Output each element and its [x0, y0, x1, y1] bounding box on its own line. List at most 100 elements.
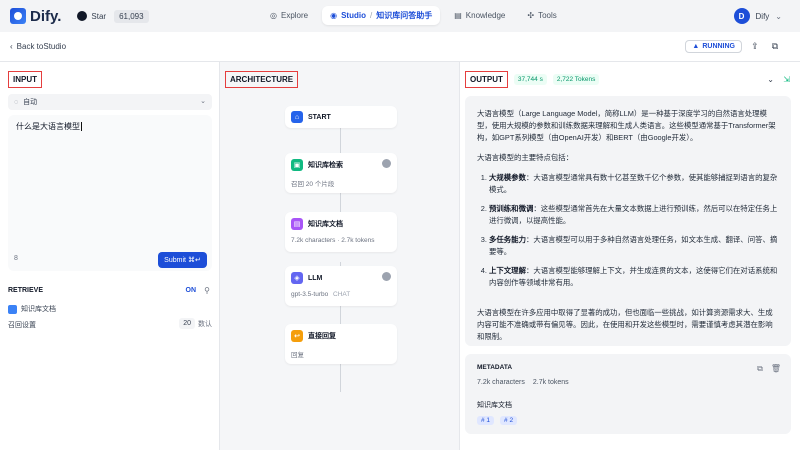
back-to-studio-link[interactable]: ‹ Back toStudio [10, 42, 66, 51]
dify-logo-icon [10, 8, 26, 24]
reply-icon: ↩ [291, 330, 303, 342]
node-title: 知识库检索 [308, 162, 343, 169]
retrieve-toggle[interactable]: ON [186, 287, 197, 294]
nav-studio[interactable]: ◉ Studio / 知识库问答助手 [322, 6, 441, 25]
running-label: RUNNING [702, 42, 735, 50]
chevron-down-icon: ⌄ [775, 11, 782, 21]
reference-tag[interactable]: # 2 [500, 416, 518, 425]
compass-icon: ◎ [270, 11, 277, 20]
input-section-label: INPUT [8, 71, 42, 88]
copy-icon[interactable]: ⧉ [768, 39, 782, 53]
submit-shortcut-hint: ⌘↵ [187, 257, 201, 264]
mode-select[interactable]: ◌ 自动 ⌄ [8, 94, 212, 110]
recall-setting-unit: 数认 [198, 320, 212, 328]
reference-tag[interactable]: # 1 [477, 416, 495, 425]
brand-name: Dify. [30, 7, 62, 25]
metadata-title: METADATA [477, 364, 513, 371]
database-icon: ▣ [291, 159, 303, 171]
list-item: 上下文理解：大语言模型能够理解上下文，并生成连贯的文本，这使得它们在对话系统和内… [489, 265, 779, 289]
output-panel: OUTPUT 37,744 s 2,722 Tokens ⌄ ⇲ 大语言模型（L… [460, 62, 800, 450]
node-knowledge-retrieval[interactable]: ▣ 知识库检索 召回 20 个片段 [285, 153, 397, 193]
document-icon: ▤ [291, 218, 303, 230]
tools-icon: ✣ [527, 11, 535, 20]
github-star-count: 61,093 [114, 9, 149, 23]
query-text: 什么是大语言模型 [16, 122, 80, 131]
node-llm[interactable]: ◈ LLM gpt-3.5-turbo CHAT [285, 266, 397, 306]
input-panel: INPUT ◌ 自动 ⌄ 什么是大语言模型 8 Submit ⌘↵ RETRIE… [0, 62, 220, 450]
answer-content: 大语言模型（Large Language Model，简称LLM）是一种基于深度… [465, 96, 791, 346]
share-icon[interactable]: ⇪ [748, 39, 762, 53]
running-status-badge[interactable]: ▲ RUNNING [685, 39, 742, 53]
character-count: 8 [14, 255, 18, 262]
github-icon [77, 11, 88, 21]
github-star-label: Star [91, 11, 107, 21]
breadcrumb-separator: / [369, 11, 373, 20]
running-icon: ▲ [692, 42, 700, 50]
elapsed-time-badge: 37,744 s [513, 74, 547, 85]
filter-icon[interactable]: ⚲ [204, 286, 210, 295]
nav-studio-label: Studio [341, 11, 366, 20]
user-menu[interactable]: D Dify ⌄ [733, 8, 782, 24]
copy-icon[interactable]: ⧉ [757, 364, 763, 374]
node-title: START [308, 113, 331, 121]
node-model-tag: CHAT [333, 291, 351, 298]
architecture-panel: ARCHITECTURE ⌂ START ▣ 知识库检索 召回 20 个片段 ▤… [220, 62, 460, 450]
recall-setting-row: 召回设置 20 数认 [8, 318, 212, 330]
top-navigation-bar: Dify. Star 61,093 ◎ Explore ◉ Studio / 知… [0, 0, 800, 32]
node-subtitle: 回复 [291, 352, 304, 359]
mode-value: 自动 [23, 99, 38, 106]
nav-knowledge-label: Knowledge [465, 11, 506, 20]
answer-feature-list: 大规模参数：大语言模型通常具有数十亿甚至数千亿个参数，使其能够捕捉到语言的复杂模… [477, 172, 779, 289]
github-star-button[interactable]: Star 61,093 [77, 9, 149, 23]
retrieve-header: RETRIEVE ON ⚲ [8, 286, 212, 295]
database-icon [8, 304, 17, 314]
list-item: 大规模参数：大语言模型通常具有数十亿甚至数千亿个参数，使其能够捕捉到语言的复杂模… [489, 172, 779, 196]
retrieve-title: RETRIEVE [8, 287, 44, 294]
nav-explore[interactable]: ◎ Explore [262, 7, 316, 24]
studio-icon: ◉ [330, 11, 338, 20]
submit-button[interactable]: Submit ⌘↵ [158, 252, 207, 268]
metadata-tokens: 2.7k tokens [532, 379, 569, 386]
node-title: 直接回复 [308, 333, 336, 340]
page-subbar: ‹ Back toStudio ▲ RUNNING ⇪ ⧉ [0, 32, 800, 62]
delete-icon[interactable]: 🗑 [771, 364, 781, 374]
answer-features-heading: 大语言模型的主要特点包括： [477, 153, 574, 162]
brand-logo[interactable]: Dify. [10, 8, 61, 25]
home-icon: ⌂ [291, 111, 303, 123]
main-nav: ◎ Explore ◉ Studio / 知识库问答助手 ▤ Knowledge… [262, 6, 565, 25]
play-icon[interactable] [382, 159, 391, 168]
avatar: D [733, 8, 750, 24]
query-input[interactable]: 什么是大语言模型 [8, 115, 212, 271]
retrieve-kb-name: 知识库文档 [21, 306, 56, 313]
node-direct-reply[interactable]: ↩ 直接回复 回复 [285, 324, 397, 364]
metadata-characters: 7.2k characters [477, 379, 525, 386]
node-title: LLM [308, 274, 323, 282]
book-icon: ▤ [454, 11, 462, 20]
output-section-label: OUTPUT [465, 71, 508, 88]
nav-tools-label: Tools [538, 11, 557, 20]
back-label: Back toStudio [16, 42, 67, 51]
subbar-actions: ▲ RUNNING ⇪ ⧉ [685, 39, 782, 53]
list-item: 多任务能力：大语言模型可以用于多种自然语言处理任务，如文本生成、翻译、问答、摘要… [489, 234, 779, 258]
output-header: OUTPUT 37,744 s 2,722 Tokens [465, 71, 600, 88]
nav-knowledge[interactable]: ▤ Knowledge [446, 7, 513, 24]
node-start[interactable]: ⌂ START [285, 106, 397, 128]
node-knowledge-document[interactable]: ▤ 知识库文档 7.2k characters · 2.7k tokens [285, 212, 397, 252]
answer-conclusion: 大语言模型在许多应用中取得了显著的成功，但也面临一些挑战，如计算资源需求大、生成… [477, 308, 773, 341]
submit-label: Submit [164, 256, 186, 264]
play-icon[interactable] [382, 272, 391, 281]
node-subtitle: 召回 20 个片段 [291, 181, 335, 188]
nav-tools[interactable]: ✣ Tools [519, 7, 564, 24]
collapse-icon[interactable]: ⇲ [783, 75, 790, 84]
chevron-down-icon[interactable]: ⌄ [767, 75, 774, 84]
node-subtitle: 7.2k characters · 2.7k tokens [291, 237, 375, 244]
nav-current-app[interactable]: 知识库问答助手 [376, 10, 432, 21]
node-model-name: gpt-3.5-turbo [291, 291, 329, 298]
list-item: 预训练和微调：这些模型通常首先在大量文本数据上进行预训练，然后可以在特定任务上进… [489, 203, 779, 227]
answer-intro: 大语言模型（Large Language Model，简称LLM）是一种基于深度… [477, 109, 776, 142]
metadata-card: METADATA ⧉ 🗑 7.2k characters 2.7k tokens… [465, 354, 791, 434]
recall-setting-label: 召回设置 [8, 322, 36, 329]
recall-setting-value[interactable]: 20 [179, 318, 195, 329]
chevron-down-icon: ⌄ [200, 98, 206, 105]
retrieve-knowledge-base[interactable]: 知识库文档 [8, 304, 56, 314]
